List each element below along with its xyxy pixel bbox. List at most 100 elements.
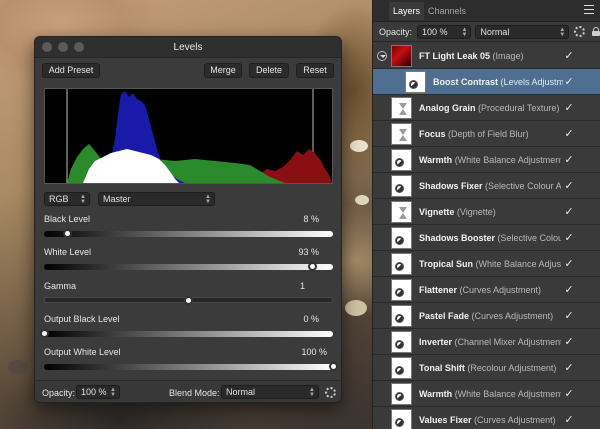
layer-label: Inverter (Channel Mixer Adjustment)	[419, 337, 561, 347]
visibility-checkbox[interactable]: ✓	[563, 76, 575, 88]
layer-row[interactable]: FT Light Leak 05 (Image) ✓	[373, 43, 600, 69]
visibility-checkbox[interactable]: ✓	[563, 128, 575, 140]
close-button[interactable]	[42, 42, 52, 52]
tab-layers[interactable]: Layers	[389, 1, 425, 20]
layer-thumbnail	[391, 123, 412, 145]
output-white-level-knob[interactable]	[328, 362, 338, 371]
black-level-knob[interactable]	[62, 229, 72, 238]
adjustment-icon	[395, 392, 404, 401]
layer-type: (Curves Adjustment)	[474, 415, 556, 425]
visibility-checkbox[interactable]: ✓	[563, 154, 575, 166]
dialog-titlebar[interactable]: Levels	[35, 37, 341, 58]
add-preset-button[interactable]: Add Preset	[42, 63, 100, 78]
layer-type: (Depth of Field Blur)	[448, 129, 529, 139]
zoom-button[interactable]	[74, 42, 84, 52]
preset-select[interactable]: Master ▲ ▼	[98, 192, 215, 206]
dialog-footer: Opacity: 100 % ▲ ▼ Blend Mode: Normal ▲ ▼	[35, 380, 341, 402]
gamma-value[interactable]: 1	[300, 281, 305, 291]
visibility-checkbox[interactable]: ✓	[563, 232, 575, 244]
layer-name: Shadows Fixer	[419, 181, 483, 191]
layer-name: Tonal Shift	[419, 363, 465, 373]
white-level-slider[interactable]	[44, 262, 333, 271]
layer-name: Analog Grain	[419, 103, 476, 113]
black-level-value[interactable]: 8 %	[303, 214, 319, 224]
opacity-field[interactable]: 100 % ▲ ▼	[76, 385, 120, 399]
lock-icon[interactable]	[592, 27, 600, 36]
gamma-slider[interactable]	[44, 296, 333, 305]
layer-row[interactable]: Flattener (Curves Adjustment) ✓	[373, 277, 600, 303]
visibility-checkbox[interactable]: ✓	[563, 388, 575, 400]
layer-row[interactable]: Analog Grain (Procedural Texture) ✓	[373, 95, 600, 121]
layer-blend-mode-select[interactable]: Normal ▲ ▼	[475, 24, 570, 39]
layer-type: (Image)	[492, 51, 524, 61]
layer-row[interactable]: Focus (Depth of Field Blur) ✓	[373, 121, 600, 147]
layer-label: Vignette (Vignette)	[419, 207, 561, 217]
layer-type: (Curves Adjustment)	[471, 311, 554, 321]
layer-row[interactable]: Boost Contrast (Levels Adjustment)✓	[373, 69, 600, 95]
visibility-checkbox[interactable]: ✓	[563, 284, 575, 296]
visibility-checkbox[interactable]: ✓	[563, 258, 575, 270]
layer-thumbnail	[391, 331, 412, 353]
layer-row[interactable]: Shadows Booster (Selective Colour Adjust…	[373, 225, 600, 251]
layer-label: Warmth (White Balance Adjustment)	[419, 389, 561, 399]
output-white-level-value[interactable]: 100 %	[301, 347, 327, 357]
output-black-level-value[interactable]: 0 %	[303, 314, 319, 324]
panel-menu-icon[interactable]	[584, 5, 594, 14]
opacity-label: Opacity:	[379, 26, 413, 37]
visibility-checkbox[interactable]: ✓	[563, 414, 575, 426]
visibility-checkbox[interactable]: ✓	[563, 206, 575, 218]
layer-row[interactable]: Vignette (Vignette) ✓	[373, 199, 600, 225]
layer-row[interactable]: Pastel Fade (Curves Adjustment) ✓	[373, 303, 600, 329]
layer-thumbnail	[391, 305, 412, 327]
layer-label: Tonal Shift (Recolour Adjustment)	[419, 363, 561, 373]
layer-row[interactable]: Tropical Sun (White Balance Adjustment)✓	[373, 251, 600, 277]
tab-channels[interactable]: Channels	[424, 2, 470, 20]
layer-type: (Levels Adjustment)	[500, 77, 563, 87]
visibility-checkbox[interactable]: ✓	[563, 310, 575, 322]
channel-select[interactable]: RGB ▲ ▼	[44, 192, 90, 206]
adjustment-icon	[395, 340, 404, 349]
layer-thumbnail	[391, 175, 412, 197]
layer-label: Flattener (Curves Adjustment)	[419, 285, 561, 295]
layer-row[interactable]: Inverter (Channel Mixer Adjustment) ✓	[373, 329, 600, 355]
blend-mode-select[interactable]: Normal ▲ ▼	[221, 385, 319, 399]
layer-label: Shadows Fixer (Selective Colour Adjustme…	[419, 181, 561, 191]
visibility-checkbox[interactable]: ✓	[563, 362, 575, 374]
gear-icon[interactable]	[574, 26, 586, 37]
layer-row[interactable]: Warmth (White Balance Adjustment) ✓	[373, 381, 600, 407]
white-level-knob[interactable]	[308, 262, 318, 271]
layer-opacity-field[interactable]: 100 % ▲ ▼	[417, 24, 472, 39]
layer-row[interactable]: Shadows Fixer (Selective Colour Adjustme…	[373, 173, 600, 199]
delete-button[interactable]: Delete	[249, 63, 289, 78]
minimize-button[interactable]	[58, 42, 68, 52]
expand-chevron-icon[interactable]	[377, 51, 387, 61]
reset-button[interactable]: Reset	[296, 63, 334, 78]
output-black-level-label: Output Black Level	[44, 314, 120, 324]
black-level-slider[interactable]	[44, 229, 333, 238]
output-black-level-slider[interactable]	[39, 329, 333, 338]
adjustment-icon	[395, 158, 404, 167]
layer-row[interactable]: Warmth (White Balance Adjustment) ✓	[373, 147, 600, 173]
chevron-updown-icon: ▲ ▼	[309, 387, 315, 398]
output-white-level-slider[interactable]	[44, 362, 338, 371]
gamma-label: Gamma	[44, 281, 77, 291]
gear-icon[interactable]	[325, 387, 336, 398]
merge-button[interactable]: Merge	[204, 63, 242, 78]
gamma-knob[interactable]	[184, 296, 193, 305]
layer-row[interactable]: Values Fixer (Curves Adjustment) ✓	[373, 407, 600, 429]
layer-label: Values Fixer (Curves Adjustment)	[419, 415, 561, 425]
output-black-level-knob[interactable]	[39, 329, 49, 338]
visibility-checkbox[interactable]: ✓	[563, 336, 575, 348]
layer-thumbnail	[391, 97, 412, 119]
layer-row[interactable]: Tonal Shift (Recolour Adjustment) ✓	[373, 355, 600, 381]
layer-name: FT Light Leak 05	[419, 51, 491, 61]
layer-type: (Recolour Adjustment)	[467, 363, 557, 373]
visibility-checkbox[interactable]: ✓	[563, 102, 575, 114]
layer-label: Tropical Sun (White Balance Adjustment)	[419, 259, 561, 269]
visibility-checkbox[interactable]: ✓	[563, 180, 575, 192]
white-level-value[interactable]: 93 %	[298, 247, 319, 257]
visibility-checkbox[interactable]: ✓	[563, 50, 575, 62]
layer-type: (Vignette)	[456, 207, 496, 217]
layer-thumbnail	[405, 71, 426, 93]
layer-type: (White Balance Adjustment)	[454, 389, 561, 399]
